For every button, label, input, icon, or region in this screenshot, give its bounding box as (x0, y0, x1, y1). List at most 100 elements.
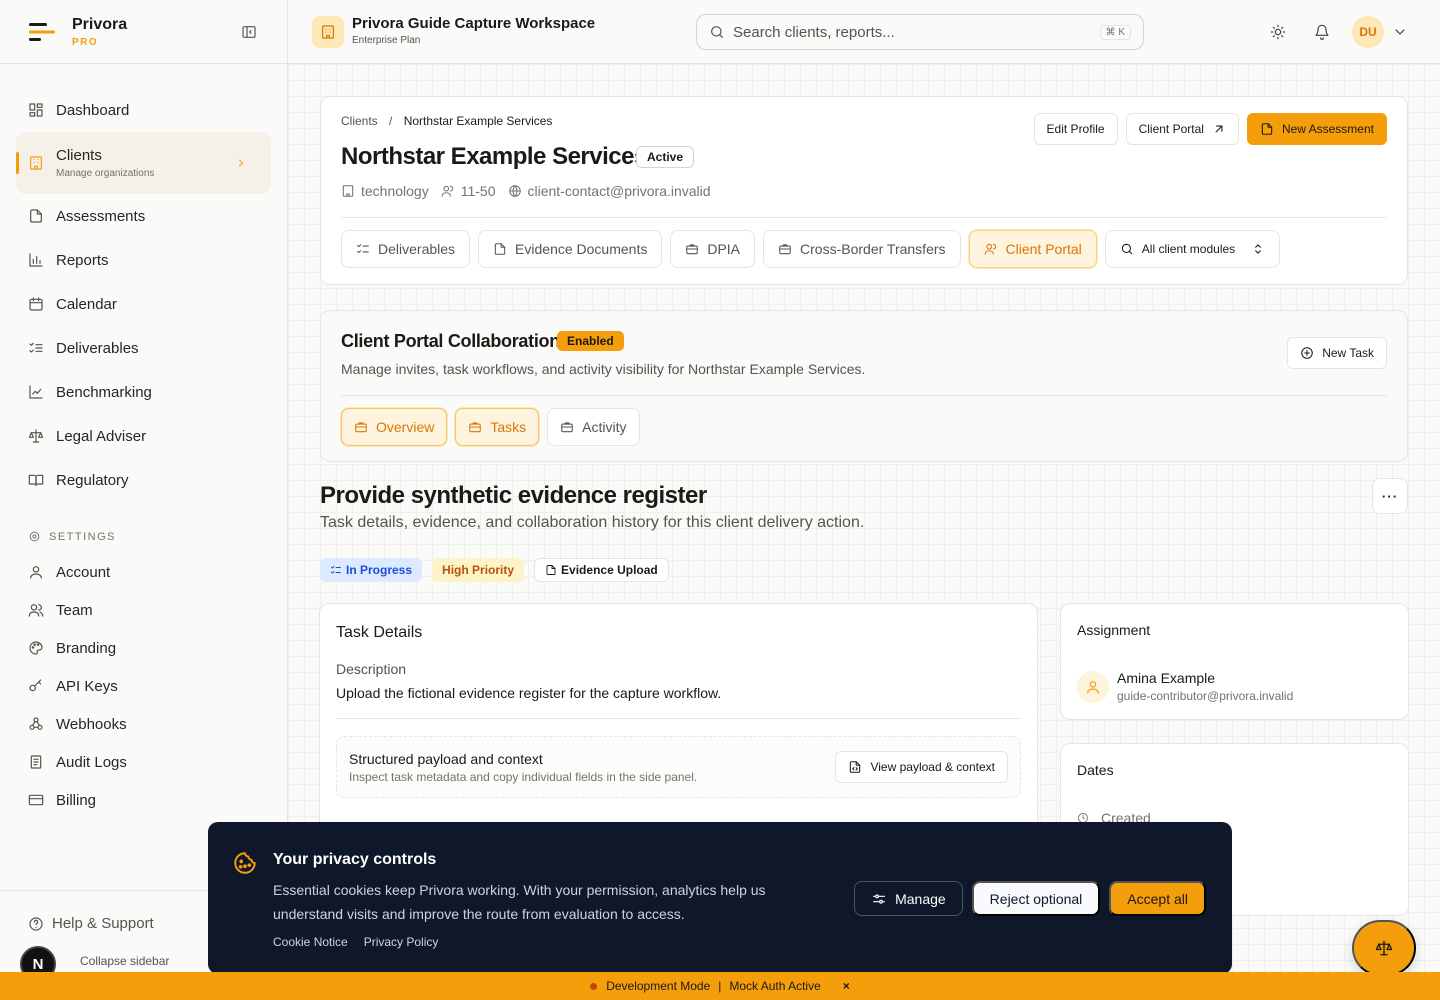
user-icon (30, 566, 42, 579)
more-options-button[interactable]: ··· (1372, 478, 1408, 514)
tab-label: Activity (582, 419, 627, 435)
task-details-heading: Task Details (336, 624, 423, 641)
cookie-text: Essential cookies keep Privora working. … (273, 882, 766, 922)
client-header-card: Clients / Northstar Example Services Nor… (320, 96, 1408, 285)
search-input[interactable]: Search clients, reports... ⌘ K (696, 14, 1144, 50)
tab-client-portal[interactable]: Client Portal (968, 230, 1097, 268)
description-label: Description (336, 661, 407, 677)
dev-separator: | (718, 979, 722, 993)
privacy-policy-link[interactable]: Privacy Policy (364, 935, 439, 949)
sidebar-item-label: Assessments (56, 207, 146, 225)
sidebar-item-calendar[interactable]: Calendar (16, 282, 271, 326)
new-assessment-button[interactable]: New Assessment (1246, 113, 1387, 145)
tab-label: Tasks (490, 419, 527, 435)
tab-cross-border-transfers[interactable]: Cross-Border Transfers (763, 230, 961, 268)
edit-profile-button[interactable]: Edit Profile (1033, 113, 1118, 145)
close-icon[interactable]: × (843, 979, 850, 993)
dev-mode-bar: Development Mode | Mock Auth Active × (0, 972, 1440, 1000)
breadcrumb-clients-link[interactable]: Clients (341, 114, 378, 128)
task-type-label: Evidence Upload (561, 563, 658, 577)
search-shortcut: ⌘ K (1099, 24, 1131, 40)
collaboration-title: Client Portal Collaboration (341, 331, 560, 351)
reject-optional-button[interactable]: Reject optional (971, 881, 1101, 916)
collaboration-description: Manage invites, task workflows, and acti… (341, 361, 866, 377)
sidebar-item-audit-logs[interactable]: Audit Logs (16, 743, 271, 781)
cookie-links: Cookie Notice Privacy Policy (273, 935, 438, 949)
manage-label: Manage (895, 890, 946, 907)
tab-dpia[interactable]: DPIA (670, 230, 756, 268)
building-icon (342, 185, 354, 197)
bell-icon[interactable] (1314, 24, 1330, 40)
theme-toggle-icon[interactable] (1270, 24, 1286, 40)
sidebar-toggle-icon[interactable] (241, 24, 257, 40)
divider (341, 217, 1387, 218)
tab-activity[interactable]: Activity (547, 408, 640, 446)
tab-label: Evidence Documents (515, 241, 648, 257)
top-header: Privora Guide Capture Workspace Enterpri… (288, 0, 1440, 64)
briefcase-icon (355, 422, 367, 433)
task-badges: In Progress High Priority Evidence Uploa… (320, 558, 669, 582)
task-type-badge: Evidence Upload (534, 558, 669, 582)
search-placeholder: Search clients, reports... (733, 23, 895, 41)
task-title: Provide synthetic evidence register (320, 482, 707, 509)
assignment-heading: Assignment (1077, 622, 1151, 638)
tab-evidence-documents[interactable]: Evidence Documents (478, 230, 663, 268)
new-assessment-label: New Assessment (1281, 122, 1374, 136)
breadcrumb: Clients / Northstar Example Services (341, 114, 552, 128)
sidebar-item-sublabel: Manage organizations (56, 168, 155, 179)
palette-icon (29, 641, 43, 655)
sidebar-item-dashboard[interactable]: Dashboard (16, 88, 271, 132)
sliders-icon (873, 893, 886, 904)
building-icon (30, 156, 42, 170)
accept-all-button[interactable]: Accept all (1109, 881, 1206, 916)
file-plus-icon (1261, 123, 1273, 135)
help-icon (29, 916, 43, 931)
client-size: 11-50 (460, 183, 496, 199)
view-payload-button[interactable]: View payload & context (835, 751, 1008, 783)
tab-overview[interactable]: Overview (341, 408, 448, 446)
sidebar-item-label: Dashboard (56, 101, 130, 119)
sidebar-item-billing[interactable]: Billing (16, 781, 271, 819)
sidebar-item-assessments[interactable]: Assessments (16, 194, 271, 238)
client-portal-button[interactable]: Client Portal (1125, 113, 1239, 145)
sidebar-item-webhooks[interactable]: Webhooks (16, 705, 271, 743)
chevron-down-icon[interactable] (1392, 24, 1408, 40)
sidebar-item-account[interactable]: Account (16, 553, 271, 591)
tab-deliverables[interactable]: Deliverables (341, 230, 471, 268)
sidebar-item-reports[interactable]: Reports (16, 238, 271, 282)
line-chart-icon (29, 385, 43, 399)
sidebar-item-branding[interactable]: Branding (16, 629, 271, 667)
sidebar-item-label: Deliverables (56, 339, 139, 357)
view-payload-label: View payload & context (870, 760, 995, 774)
brand-tier: PRO (72, 36, 99, 48)
user-avatar[interactable]: DU (1352, 16, 1384, 48)
module-select[interactable]: All client modules (1104, 230, 1281, 268)
sidebar-item-benchmarking[interactable]: Benchmarking (16, 370, 271, 414)
client-contact: client-contact@privora.invalid (527, 183, 711, 199)
new-task-button[interactable]: New Task (1287, 337, 1387, 369)
card-icon (28, 794, 44, 806)
sidebar-item-clients[interactable]: Clients Manage organizations (16, 132, 271, 194)
manage-cookies-button[interactable]: Manage (854, 881, 963, 916)
tab-label: Client Portal (1005, 241, 1082, 257)
status-badge-label: In Progress (346, 563, 413, 577)
sidebar-item-legal-adviser[interactable]: Legal Adviser (16, 414, 271, 458)
tab-tasks[interactable]: Tasks (455, 408, 540, 446)
sidebar-item-label: Branding (56, 639, 117, 657)
sidebar-item-api-keys[interactable]: API Keys (16, 667, 271, 705)
sidebar-item-team[interactable]: Team (16, 591, 271, 629)
bar-chart-icon (29, 253, 43, 267)
briefcase-icon (686, 244, 699, 255)
list-check-icon (29, 342, 43, 353)
legal-adviser-fab[interactable] (1352, 920, 1416, 976)
sidebar-nav: Dashboard Clients Manage organizations A… (0, 64, 287, 819)
client-industry: technology (361, 183, 429, 199)
sidebar-item-regulatory[interactable]: Regulatory (16, 458, 271, 502)
sidebar-item-label: Webhooks (56, 715, 127, 733)
chevron-right-icon (239, 159, 243, 167)
priority-badge: High Priority (432, 558, 525, 582)
cookie-notice-link[interactable]: Cookie Notice (273, 935, 348, 949)
sidebar-item-deliverables[interactable]: Deliverables (16, 326, 271, 370)
sidebar-item-label: Audit Logs (56, 753, 127, 771)
search-icon (1121, 243, 1132, 255)
